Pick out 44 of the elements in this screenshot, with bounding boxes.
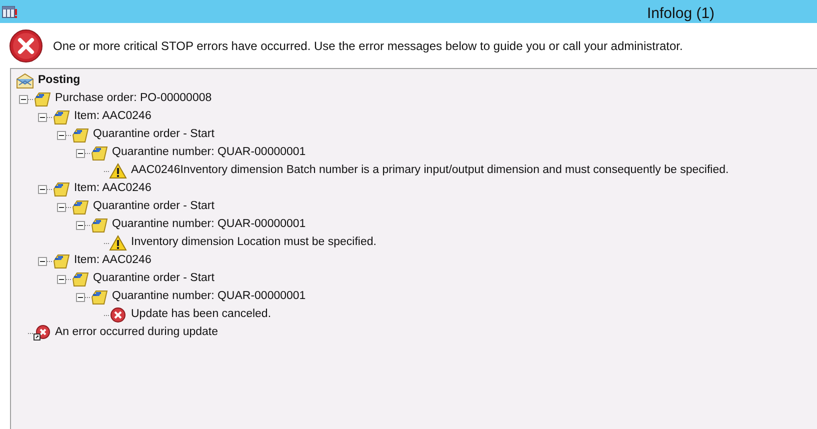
collapse-icon[interactable] bbox=[38, 184, 47, 194]
collapse-icon[interactable] bbox=[76, 292, 85, 302]
error-message: One or more critical STOP errors have occurred. Use the error messages below to guide you or call your administrator. bbox=[53, 38, 683, 54]
tree-item[interactable]: Quarantine order - Start bbox=[93, 270, 214, 288]
folder-arrow-icon bbox=[52, 181, 70, 197]
error-icon bbox=[109, 307, 127, 323]
collapse-icon[interactable] bbox=[57, 274, 66, 284]
folder-arrow-icon bbox=[52, 109, 70, 125]
error-shortcut-icon bbox=[33, 325, 51, 341]
folder-arrow-icon bbox=[71, 127, 89, 143]
tree-item[interactable]: Item: AAC0246 bbox=[74, 252, 152, 270]
tree-item[interactable]: Update has been canceled. bbox=[131, 306, 272, 324]
warning-icon bbox=[109, 163, 127, 179]
tree-item[interactable]: An error occurred during update bbox=[55, 324, 218, 342]
folder-arrow-icon bbox=[71, 199, 89, 215]
folder-arrow-icon bbox=[90, 289, 108, 305]
collapse-icon[interactable] bbox=[19, 94, 28, 104]
tree-item[interactable]: Inventory dimension Location must be specified. bbox=[131, 234, 376, 252]
collapse-icon[interactable] bbox=[76, 148, 85, 158]
tree-item[interactable]: Posting bbox=[38, 72, 80, 90]
error-icon bbox=[9, 28, 43, 62]
folder-arrow-icon bbox=[71, 271, 89, 287]
tree-item[interactable]: Quarantine number: QUAR-00000001 bbox=[112, 288, 306, 306]
tree-item[interactable]: Quarantine number: QUAR-00000001 bbox=[112, 216, 306, 234]
collapse-icon[interactable] bbox=[57, 130, 66, 140]
window-title: Infolog (1) bbox=[647, 4, 715, 24]
app-icon bbox=[2, 4, 18, 18]
tree-item[interactable]: Purchase order: PO-00000008 bbox=[55, 90, 212, 108]
collapse-icon[interactable] bbox=[57, 202, 66, 212]
folder-arrow-icon bbox=[90, 145, 108, 161]
warning-icon bbox=[109, 235, 127, 251]
tree-item[interactable]: Quarantine order - Start bbox=[93, 126, 214, 144]
collapse-icon[interactable] bbox=[38, 112, 47, 122]
envelope-icon bbox=[16, 73, 34, 89]
folder-arrow-icon bbox=[52, 253, 70, 269]
tree-item[interactable]: Quarantine number: QUAR-00000001 bbox=[112, 144, 306, 162]
tree-item[interactable]: Item: AAC0246 bbox=[74, 108, 152, 126]
collapse-icon[interactable] bbox=[76, 220, 85, 230]
folder-arrow-icon bbox=[33, 91, 51, 107]
collapse-icon[interactable] bbox=[38, 256, 47, 266]
tree-item[interactable]: Item: AAC0246 bbox=[74, 180, 152, 198]
tree-item[interactable]: Quarantine order - Start bbox=[93, 198, 214, 216]
tree-item[interactable]: AAC0246Inventory dimension Batch number is a primary input/output dimension and must consequently be specified. bbox=[131, 162, 729, 180]
folder-arrow-icon bbox=[90, 217, 108, 233]
